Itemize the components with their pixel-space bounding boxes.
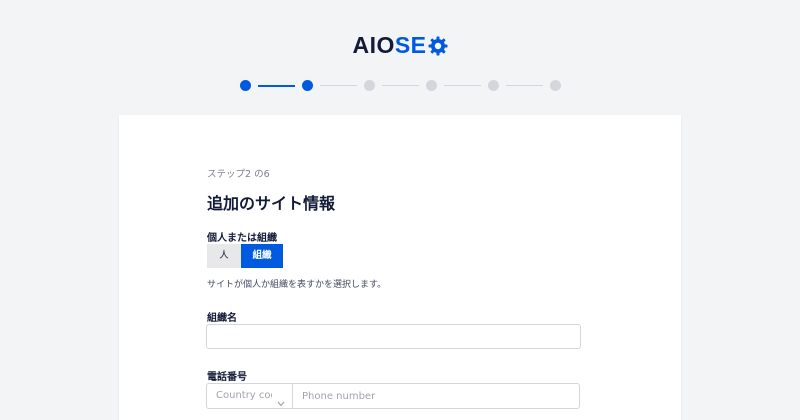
page-title: 追加のサイト情報 (207, 194, 336, 213)
onboarding-wizard: AIOSE ステップ2 の6 追加のサイト情報 個人または組織 人 組織 サイト… (0, 0, 800, 420)
step-counter: ステップ2 の6 (207, 169, 270, 180)
progress-stepper (240, 80, 561, 92)
toggle-person-button[interactable]: 人 (207, 244, 241, 268)
step-connector-2 (320, 85, 357, 86)
logo-text-aio: AIO (352, 32, 395, 58)
step-dot-2 (302, 80, 313, 91)
gear-icon (428, 35, 448, 56)
step-dot-4 (426, 80, 437, 91)
person-or-org-label: 個人または組織 (207, 233, 277, 244)
phone-number-input[interactable] (292, 383, 580, 409)
step-connector-3 (382, 85, 419, 86)
logo-text-se: SE (394, 32, 427, 58)
step-dot-1 (240, 80, 251, 91)
org-name-label: 組織名 (207, 313, 237, 324)
step-dot-3 (364, 80, 375, 91)
org-name-input[interactable] (206, 324, 581, 349)
aioseo-logo: AIOSE (0, 32, 800, 58)
person-org-toggle: 人 組織 (207, 244, 283, 268)
toggle-organization-button[interactable]: 組織 (241, 244, 283, 268)
step-connector-1 (258, 85, 295, 87)
setup-card: ステップ2 の6 追加のサイト情報 個人または組織 人 組織 サイトが個人か組織… (119, 115, 681, 420)
chevron-down-icon (277, 393, 285, 407)
phone-field-group: Country code (206, 383, 580, 409)
person-org-help-text: サイトが個人か組織を表すかを選択します。 (207, 280, 387, 290)
step-connector-4 (444, 85, 481, 86)
phone-label: 電話番号 (207, 372, 247, 383)
step-dot-5 (488, 80, 499, 91)
country-code-placeholder: Country code (216, 390, 272, 401)
step-connector-5 (506, 85, 543, 86)
country-code-select[interactable]: Country code (206, 383, 292, 409)
step-dot-6 (550, 80, 561, 91)
